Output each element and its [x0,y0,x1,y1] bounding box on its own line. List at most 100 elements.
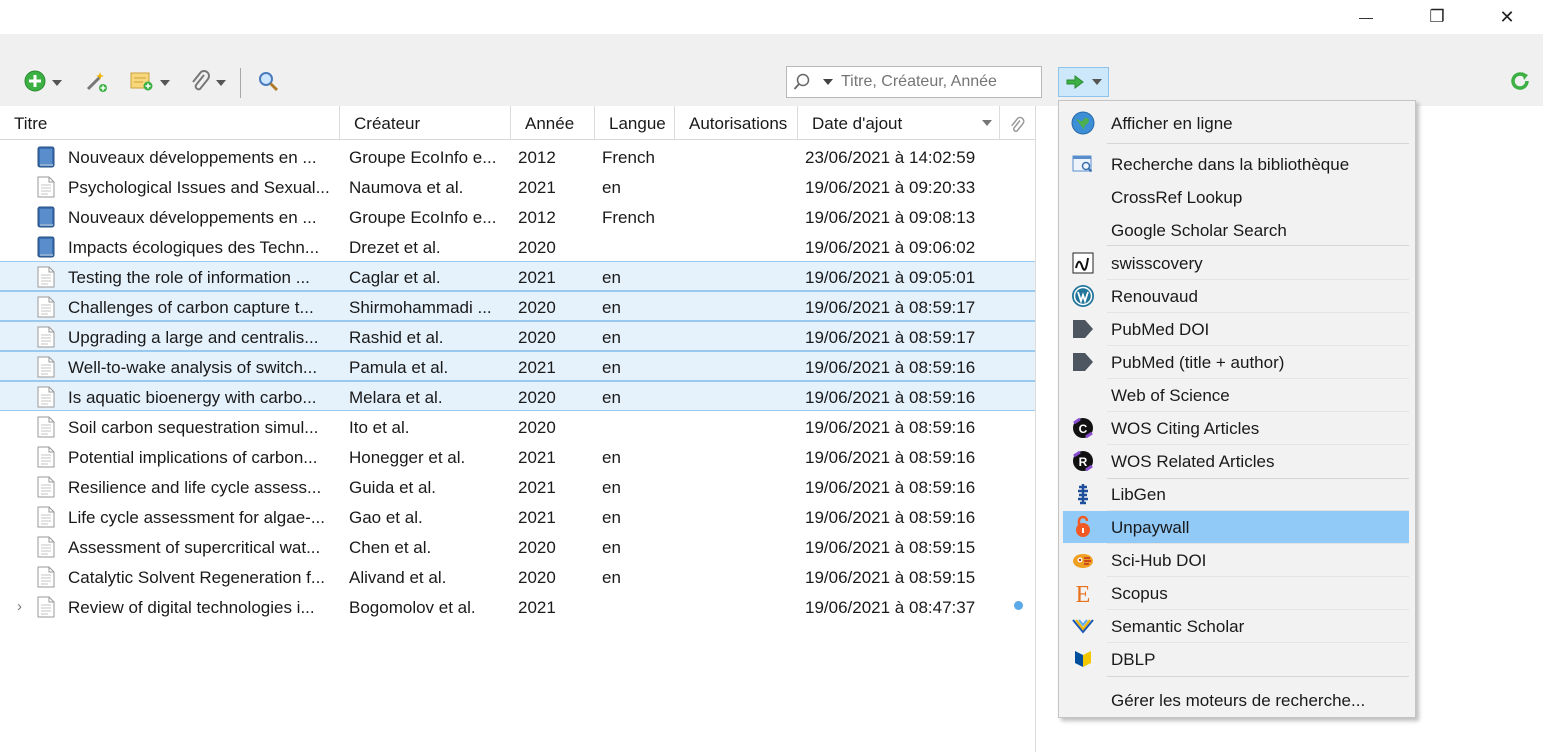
table-row[interactable]: Life cycle assessment for algae-... Gao e… [0,501,1035,531]
cell-creator: Chen et al. [349,538,432,557]
menu-item-label: Sci-Hub DOI [1111,551,1207,570]
locate-button[interactable] [1058,67,1109,97]
column-header-language[interactable]: Langue [595,106,675,139]
cell-date-added: 19/06/2021 à 08:59:16 [805,388,976,407]
unpaywall-icon [1071,515,1095,539]
svg-text:C: C [1079,422,1088,436]
cell-creator: Gao et al. [349,508,423,527]
menu-item-semantic-scholar[interactable]: Semantic Scholar [1063,610,1409,642]
new-note-button[interactable] [130,70,170,96]
add-by-identifier-button[interactable] [84,70,108,96]
minimize-icon: — [1359,9,1373,25]
menu-item-libgen[interactable]: LibGen [1063,478,1409,510]
wos-related-icon: R [1071,449,1095,473]
cell-language [602,591,672,621]
close-button[interactable]: ✕ [1484,0,1530,34]
menu-item-wos-citing-articles[interactable]: C WOS Citing Articles [1063,412,1409,444]
table-row[interactable]: Nouveaux développements en ... Groupe Eco… [0,141,1035,171]
table-row[interactable]: Catalytic Solvent Regeneration f... Aliva… [0,561,1035,591]
menu-item-pubmed-doi[interactable]: PubMed DOI [1063,313,1409,345]
cell-creator: Caglar et al. [349,268,441,287]
menu-item-afficher-en-ligne[interactable]: Afficher en ligne [1063,107,1409,141]
table-row[interactable]: Upgrading a large and centralis... Rashid… [0,321,1035,351]
search-box[interactable] [786,66,1042,98]
cell-language: en [602,538,621,557]
menu-item-pubmed-title-author[interactable]: PubMed (title + author) [1063,346,1409,378]
cell-language: French [602,208,655,227]
libgen-icon [1071,482,1095,506]
cell-year: 2021 [518,358,556,377]
cell-title: Testing the role of information ... [68,268,310,287]
column-header-year[interactable]: Année [511,106,595,139]
table-row[interactable]: Psychological Issues and Sexual... Naumov… [0,171,1035,201]
cell-date-added: 19/06/2021 à 08:59:15 [805,568,976,587]
menu-item-scopus[interactable]: E Scopus [1063,577,1409,609]
table-row[interactable]: Potential implications of carbon... Honeg… [0,441,1035,471]
cell-language [602,411,672,441]
minimize-button[interactable]: — [1343,0,1389,34]
table-row[interactable]: Well-to-wake analysis of switch... Pamula… [0,351,1035,381]
close-icon: ✕ [1499,6,1515,27]
table-row[interactable]: Testing the role of information ... Cagla… [0,261,1035,291]
menu-item-swisscovery[interactable]: swisscovery [1063,247,1409,279]
cell-creator: Groupe EcoInfo e... [349,148,497,167]
menu-item-web-of-science[interactable]: Web of Science [1063,379,1409,411]
document-icon [37,416,55,438]
table-row[interactable]: Impacts écologiques des Techn... Drezet e… [0,231,1035,261]
menu-item-sci-hub-doi[interactable]: Sci-Hub DOI [1063,544,1409,576]
cell-title: Challenges of carbon capture t... [68,298,314,317]
menu-item-google-scholar-search[interactable]: Google Scholar Search [1063,214,1409,246]
cell-title: Nouveaux développements en ... [68,208,317,227]
menu-item-label: Unpaywall [1111,518,1190,537]
table-row[interactable]: Assessment of supercritical wat... Chen e… [0,531,1035,561]
menu-item-label: PubMed (title + author) [1111,353,1285,372]
menu-item-unpaywall[interactable]: Unpaywall [1063,511,1409,543]
search-mode-dropdown-icon[interactable] [823,79,833,85]
menu-item-wos-related-articles[interactable]: R WOS Related Articles [1063,445,1409,477]
menu-item-label: LibGen [1111,485,1166,504]
column-header-creator[interactable]: Créateur [340,106,511,139]
menu-item-label: CrossRef Lookup [1111,188,1243,207]
cell-date-added: 19/06/2021 à 08:59:16 [805,448,976,467]
sync-button[interactable] [1509,70,1531,96]
unread-dot-icon [1014,601,1023,610]
table-row[interactable]: Nouveaux développements en ... Groupe Eco… [0,201,1035,231]
advanced-search-icon [257,70,279,97]
menu-item-label: Web of Science [1111,386,1230,405]
locate-menu: Afficher en ligne Recherche dans la bibli… [1058,100,1416,718]
column-header-date-added[interactable]: Date d'ajout [798,106,1000,139]
attachment-button[interactable] [190,69,226,96]
cell-language: en [602,268,621,287]
new-item-button[interactable] [24,70,62,96]
cell-title: Psychological Issues and Sexual... [68,178,330,197]
maximize-button[interactable]: ❐ [1414,0,1460,34]
expand-chevron-icon[interactable]: › [17,591,22,623]
table-row[interactable]: › Review of digital technologies i... Bogo… [0,591,1035,621]
menu-item-crossref-lookup[interactable]: CrossRef Lookup [1063,181,1409,213]
table-row[interactable]: Soil carbon sequestration simul... Ito et… [0,411,1035,441]
column-header-title[interactable]: Titre [0,106,340,139]
menu-item-label: Gérer les moteurs de recherche... [1111,691,1366,710]
table-row[interactable]: Challenges of carbon capture t... Shirmoh… [0,291,1035,321]
cell-creator: Groupe EcoInfo e... [349,208,497,227]
svg-text:E: E [1076,582,1091,605]
chevron-down-icon [1091,79,1102,85]
toolbar-separator [240,68,241,98]
column-header-rights[interactable]: Autorisations [675,106,798,139]
table-row[interactable]: Is aquatic bioenergy with carbo... Melara… [0,381,1035,411]
cell-language: en [602,328,621,347]
menu-item-gerer-les-moteurs-de-recherche[interactable]: Gérer les moteurs de recherche... [1063,684,1409,718]
search-input[interactable] [841,73,1041,91]
table-row[interactable]: Resilience and life cycle assess... Guida… [0,471,1035,501]
document-icon [37,506,55,528]
cell-year: 2021 [518,178,556,197]
menu-item-recherche-dans-la-bibliotheque[interactable]: Recherche dans la bibliothèque [1063,148,1409,180]
menu-item-dblp[interactable]: DBLP [1063,643,1409,675]
advanced-search-button[interactable] [257,70,279,96]
semantic-scholar-icon [1071,614,1095,638]
cell-creator: Guida et al. [349,478,436,497]
column-header-attachments[interactable] [1000,106,1035,139]
menu-item-renouvaud[interactable]: Renouvaud [1063,280,1409,312]
cell-creator: Ito et al. [349,418,410,437]
cell-title: Is aquatic bioenergy with carbo... [68,388,317,407]
